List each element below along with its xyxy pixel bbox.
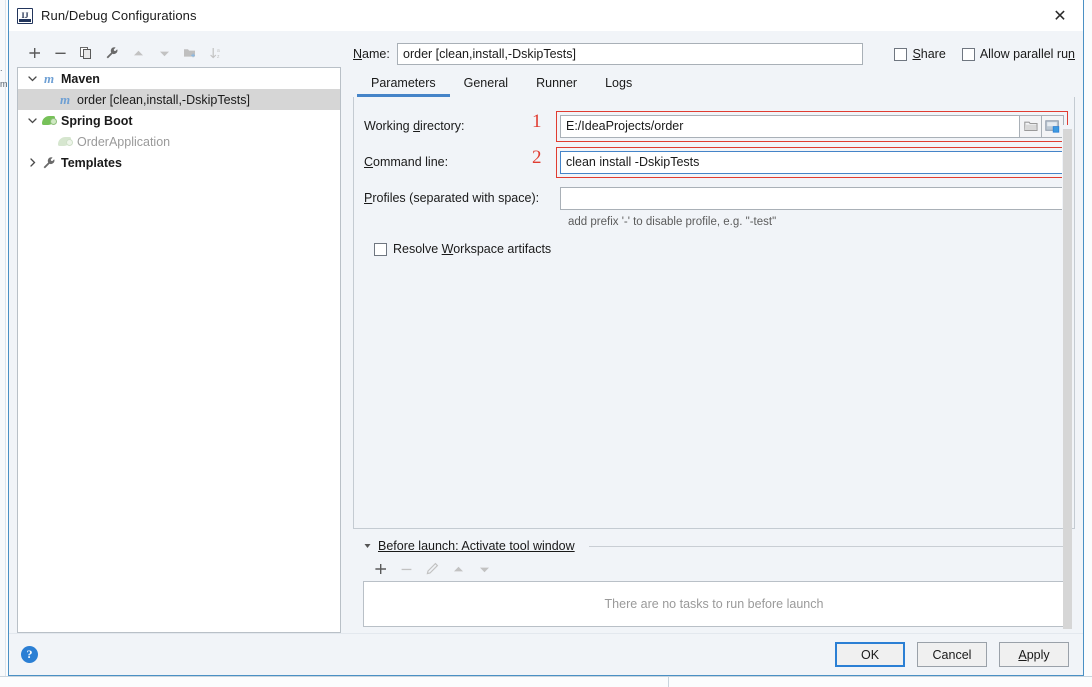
profiles-hint: add prefix '-' to disable profile, e.g. …	[568, 216, 777, 228]
ide-horizontal-divider	[0, 676, 1092, 677]
resolve-workspace-artifacts-checkbox[interactable]: Resolve Workspace artifacts	[374, 242, 1064, 256]
name-row: Name: Share Allow parallel run	[353, 39, 1075, 69]
tab-parameters[interactable]: Parameters	[357, 76, 450, 97]
copy-configuration-button[interactable]	[73, 41, 99, 65]
dialog-body: a z m Maven m order [clean,install,-Dski…	[9, 31, 1083, 633]
tab-logs[interactable]: Logs	[591, 76, 646, 97]
svg-text:z: z	[217, 54, 220, 60]
configurations-toolbar: a z	[17, 39, 341, 67]
bl-edit-task-pencil-icon[interactable]	[419, 557, 445, 581]
bl-move-up-arrow-up-icon[interactable]	[445, 557, 471, 581]
sort-alphabetically-icon[interactable]: a z	[203, 41, 229, 65]
tab-runner[interactable]: Runner	[522, 76, 591, 97]
allow-parallel-run-checkbox-box[interactable]	[961, 47, 975, 61]
profiles-row: Profiles (separated with space):	[364, 183, 1064, 213]
before-launch-empty-text: There are no tasks to run before launch	[604, 597, 824, 611]
configurations-tree[interactable]: m Maven m order [clean,install,-DskipTes…	[17, 67, 341, 633]
share-checkbox-label: Share	[912, 47, 946, 61]
apply-button[interactable]: Apply	[999, 642, 1069, 667]
wrench-icon	[40, 156, 58, 170]
working-directory-field-wrap: E:/IdeaProjects/order	[556, 110, 1068, 142]
before-launch-section: Before launch: Activate tool window Ther…	[353, 529, 1075, 633]
allow-parallel-run-checkbox[interactable]: Allow parallel run	[961, 47, 1075, 61]
working-directory-row: Working directory: 1 E:/IdeaProjects/ord…	[364, 110, 1068, 142]
before-launch-toolbar	[363, 557, 1065, 581]
bl-remove-task-button[interactable]	[393, 557, 419, 581]
tree-node-label: Templates	[61, 155, 122, 170]
move-up-arrow-up-icon[interactable]	[125, 41, 151, 65]
new-folder-icon[interactable]	[177, 41, 203, 65]
maven-icon: m	[43, 71, 55, 86]
working-directory-buttons	[1020, 114, 1064, 138]
command-line-label: Command line:	[364, 155, 449, 169]
profiles-input[interactable]	[560, 186, 1064, 210]
dialog-title: Run/Debug Configurations	[41, 8, 197, 23]
parameters-panel: Working directory: 1 E:/IdeaProjects/ord…	[353, 97, 1075, 629]
before-launch-header[interactable]: Before launch: Activate tool window	[363, 539, 1065, 553]
triangle-down-icon[interactable]	[363, 541, 372, 552]
chevron-down-icon[interactable]	[24, 116, 40, 125]
tree-node-spring-boot[interactable]: Spring Boot	[18, 110, 340, 131]
maven-icon: m	[59, 92, 71, 107]
before-launch-rule	[588, 545, 1065, 547]
allow-parallel-run-checkbox-label: Allow parallel run	[979, 47, 1075, 61]
profiles-field-wrap	[560, 186, 1064, 210]
name-label: Name:	[353, 47, 390, 61]
edit-templates-wrench-icon[interactable]	[99, 41, 125, 65]
tree-node-label: order [clean,install,-DskipTests]	[77, 92, 250, 107]
resolve-workspace-artifacts-label: Resolve Workspace artifacts	[393, 242, 552, 256]
remove-configuration-button[interactable]	[47, 41, 73, 65]
working-directory-input[interactable]: E:/IdeaProjects/order	[560, 114, 1020, 138]
annotation-2: 2	[532, 147, 542, 168]
tree-node-label: Spring Boot	[61, 113, 133, 128]
tree-node-templates[interactable]: Templates	[18, 152, 340, 173]
name-input[interactable]	[397, 43, 863, 65]
command-line-field-wrap: clean install -DskipTests	[556, 146, 1068, 178]
tree-node-label: Maven	[61, 71, 100, 86]
panel-scrollbar[interactable]	[1062, 125, 1073, 629]
close-icon[interactable]: ✕	[1037, 0, 1083, 31]
insert-macro-icon[interactable]	[1042, 114, 1064, 138]
bl-add-task-button[interactable]	[367, 557, 393, 581]
move-down-arrow-down-icon[interactable]	[151, 41, 177, 65]
spring-icon	[56, 135, 74, 149]
panel-scrollbar-thumb[interactable]	[1063, 129, 1072, 629]
tab-general[interactable]: General	[450, 76, 522, 97]
share-checkbox-box[interactable]	[894, 47, 908, 61]
profiles-label: Profiles (separated with space):	[364, 191, 540, 205]
command-line-input[interactable]: clean install -DskipTests	[560, 150, 1064, 174]
configuration-editor-pane: Name: Share Allow parallel run Parameter…	[341, 31, 1083, 633]
ide-vertical-divider	[668, 676, 669, 687]
bl-move-down-arrow-down-icon[interactable]	[471, 557, 497, 581]
configurations-left-pane: a z m Maven m order [clean,install,-Dski…	[9, 31, 341, 633]
before-launch-title: Before launch: Activate tool window	[378, 539, 575, 553]
folder-icon[interactable]	[1020, 114, 1042, 138]
chevron-right-icon[interactable]	[24, 158, 40, 167]
ok-button[interactable]: OK	[835, 642, 905, 667]
tree-node-order-application[interactable]: OrderApplication	[18, 131, 340, 152]
tree-node-label: OrderApplication	[77, 134, 171, 149]
spring-icon	[40, 114, 58, 128]
dialog-titlebar: IJ Run/Debug Configurations ✕	[9, 0, 1083, 31]
editor-tabs: Parameters General Runner Logs	[353, 69, 1075, 97]
command-line-row: Command line: 2 clean install -DskipTest…	[364, 146, 1068, 178]
annotation-1: 1	[532, 111, 542, 132]
before-launch-task-list[interactable]: There are no tasks to run before launch	[363, 581, 1065, 627]
chevron-down-icon[interactable]	[24, 74, 40, 83]
intellij-idea-icon: IJ	[17, 7, 33, 24]
dialog-footer: ? OK Cancel Apply	[9, 633, 1083, 675]
add-configuration-button[interactable]	[21, 41, 47, 65]
share-checkbox[interactable]: Share	[894, 47, 946, 61]
run-debug-configurations-dialog: IJ Run/Debug Configurations ✕ a z m Mave…	[8, 0, 1084, 676]
tree-node-order-config[interactable]: m order [clean,install,-DskipTests]	[18, 89, 340, 110]
tree-node-maven[interactable]: m Maven	[18, 68, 340, 89]
cancel-button[interactable]: Cancel	[917, 642, 987, 667]
ide-left-gutter	[0, 0, 6, 676]
resolve-workspace-artifacts-box[interactable]	[374, 242, 387, 256]
working-directory-label: Working directory:	[364, 119, 465, 133]
help-icon[interactable]: ?	[21, 646, 38, 663]
